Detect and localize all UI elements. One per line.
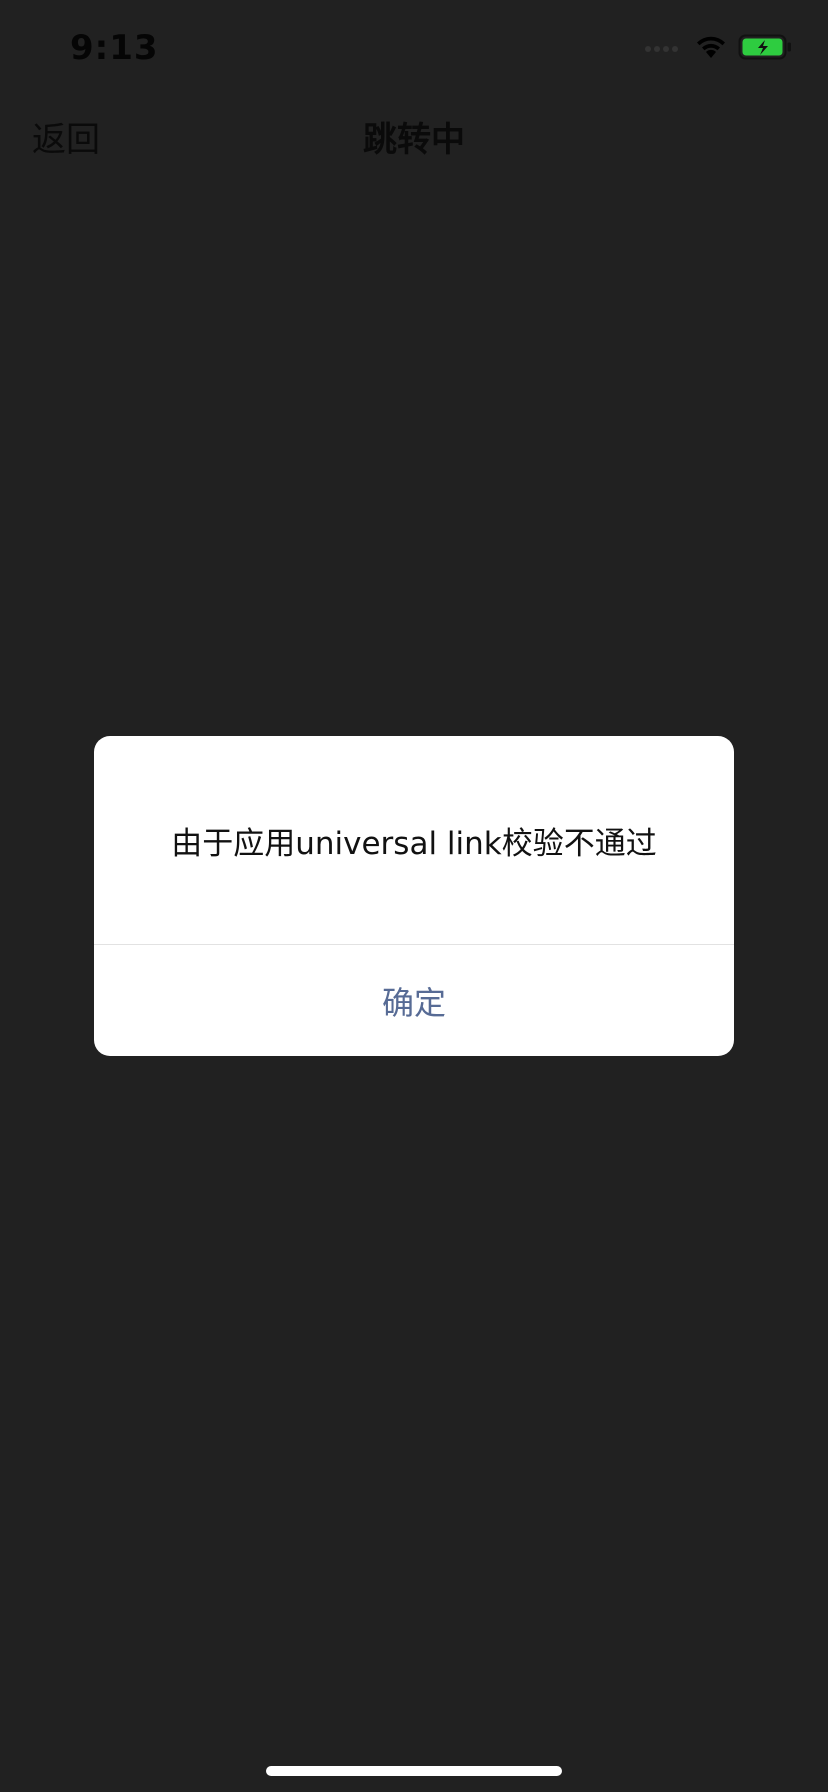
status-icons bbox=[645, 34, 792, 64]
navigation-bar: 返回 跳转中 bbox=[0, 100, 828, 164]
status-bar: 9:13 bbox=[0, 0, 828, 100]
home-indicator[interactable] bbox=[266, 1766, 562, 1776]
wifi-icon bbox=[694, 34, 728, 64]
battery-charging-icon bbox=[738, 34, 792, 64]
dialog-message: 由于应用universal link校验不通过 bbox=[171, 825, 657, 862]
status-time: 9:13 bbox=[70, 28, 159, 68]
cellular-signal-icon bbox=[645, 46, 678, 52]
confirm-button[interactable]: 确定 bbox=[94, 945, 734, 1056]
page-title: 跳转中 bbox=[363, 120, 465, 160]
alert-dialog: 由于应用universal link校验不通过 确定 bbox=[94, 736, 734, 1056]
